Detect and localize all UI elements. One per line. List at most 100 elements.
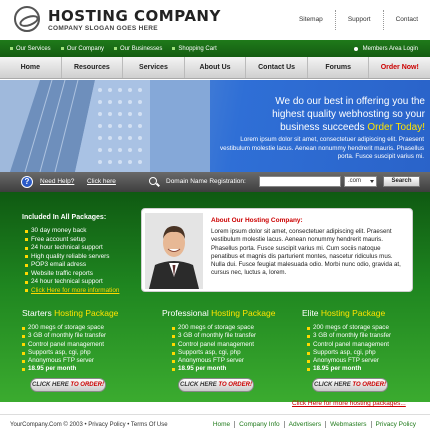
top-link-support[interactable]: Support (334, 10, 383, 30)
subnav-label: Shopping Cart (178, 45, 217, 52)
about-panel: About Our Hosting Company: Lorem ipsum d… (141, 208, 413, 292)
package-features: 200 megs of storage space 3 GB of monthl… (22, 324, 106, 374)
included-item: POP3 email adress (31, 261, 87, 268)
bullet-icon (22, 343, 25, 347)
order-label: CLICK HERE (180, 382, 217, 388)
list-item: Anonymous FTP server (172, 357, 256, 365)
list-item: High quality reliable servers (25, 253, 119, 262)
feature-text: Anonymous FTP server (313, 357, 380, 365)
nav-contact-us[interactable]: Contact Us (246, 57, 308, 78)
feature-text: 3 GB of monthly file transfer (313, 332, 392, 340)
tld-select[interactable]: .com (344, 176, 377, 187)
list-item: Anonymous FTP server (307, 357, 391, 365)
list-item: 200 megs of storage space (172, 324, 256, 332)
help-icon[interactable]: ? (21, 176, 33, 188)
order-button-elite[interactable]: CLICK HERE TO ORDER! (312, 378, 388, 392)
feature-text: Supports asp, cgi, php (28, 348, 91, 356)
list-item: 30 day money back (25, 227, 119, 236)
banner-headline: We do our best in offering you the highe… (205, 95, 425, 134)
nav-services[interactable]: Services (123, 57, 185, 78)
list-item: 24 hour technical support (25, 278, 119, 287)
footer-link-advertisers[interactable]: Advertisers (283, 421, 326, 428)
copyright-text: YourCompany.Com © 2003 • Privacy Policy … (10, 422, 168, 428)
footer-link-webmasters[interactable]: Webmasters (325, 421, 370, 428)
list-item: POP3 email adress (25, 261, 119, 270)
businessman-photo (145, 213, 203, 289)
list-item: 3 GB of monthly file transfer (22, 332, 106, 340)
feature-text: Anonymous FTP server (28, 357, 95, 365)
subnav-our-services[interactable]: Our Services (10, 46, 51, 52)
bullet-icon (22, 326, 25, 330)
package-title-text: Elite (302, 308, 319, 318)
package-title-highlight: Hosting Package (320, 308, 386, 318)
nav-order-now[interactable]: Order Now! (369, 57, 430, 78)
brand-name[interactable]: HOSTING COMPANY (48, 7, 221, 25)
subnav-our-businesses[interactable]: Our Businesses (114, 46, 162, 52)
included-item: High quality reliable servers (31, 252, 110, 260)
hero-banner: We do our best in offering you the highe… (0, 80, 430, 172)
list-item: Control panel management (22, 341, 106, 349)
package-starters: Starters Hosting Package 200 megs of sto… (22, 304, 162, 400)
need-help-link[interactable]: Need Help? (40, 178, 74, 185)
bullet-icon (25, 255, 28, 259)
price-text: 18.95 per month (28, 365, 77, 373)
bullet-icon (25, 289, 28, 293)
list-item: Control panel management (307, 341, 391, 349)
included-item: Website traffic reports (31, 269, 93, 277)
nav-forums[interactable]: Forums (308, 57, 370, 78)
globe-logo-icon[interactable] (14, 6, 40, 32)
hosting-packages: Starters Hosting Package 200 megs of sto… (0, 304, 430, 400)
bullet-icon (172, 368, 175, 372)
members-area-login[interactable]: Members Area Login (353, 40, 418, 57)
footer-link-company-info[interactable]: Company Info (234, 421, 283, 428)
more-packages-link[interactable]: Click Here for more hosting packages... (292, 400, 406, 407)
search-button[interactable]: Search (383, 176, 420, 187)
bullet-icon (25, 229, 28, 233)
main-navigation: Home Resources Services About Us Contact… (0, 57, 430, 79)
list-item: Website traffic reports (25, 270, 119, 279)
top-link-sitemap[interactable]: Sitemap (287, 10, 335, 30)
bullet-icon (172, 343, 175, 347)
bullet-icon (114, 47, 118, 50)
package-features: 200 megs of storage space 3 GB of monthl… (307, 324, 391, 374)
bullet-icon (10, 47, 13, 50)
nav-about-us[interactable]: About Us (185, 57, 247, 78)
brand-slogan: COMPANY SLOGAN GOES HERE (48, 25, 158, 32)
bullet-icon (172, 326, 175, 330)
bullet-icon (25, 272, 28, 276)
footer: YourCompany.Com © 2003 • Privacy Policy … (0, 414, 430, 435)
order-button-starters[interactable]: CLICK HERE TO ORDER! (30, 378, 106, 392)
footer-link-privacy-policy[interactable]: Privacy Policy (370, 421, 420, 428)
subnav-label: Our Services (16, 45, 51, 52)
about-title: About Our Hosting Company: (211, 217, 303, 224)
list-item: Supports asp, cgi, php (307, 349, 391, 357)
subnav-our-company[interactable]: Our Company (60, 46, 104, 52)
subnav-shopping-cart[interactable]: Shopping Cart (172, 45, 217, 52)
included-title: Included In All Packages: (22, 214, 107, 221)
feature-text: 3 GB of monthly file transfer (28, 332, 107, 340)
order-today-link[interactable]: Order Today! (367, 122, 425, 133)
click-here-link[interactable]: Click here (87, 178, 116, 185)
person-icon (145, 213, 203, 289)
more-info-link[interactable]: Click Here for more information (25, 287, 119, 296)
list-item: Free account setup (25, 236, 119, 245)
package-features: 200 megs of storage space 3 GB of monthl… (172, 324, 256, 374)
list-item: Anonymous FTP server (22, 357, 106, 365)
package-price: 18.95 per month (172, 365, 256, 373)
domain-input[interactable] (259, 176, 341, 187)
nav-home[interactable]: Home (0, 57, 62, 78)
order-button-professional[interactable]: CLICK HERE TO ORDER! (178, 378, 254, 392)
top-link-contact[interactable]: Contact (382, 10, 430, 30)
feature-text: Supports asp, cgi, php (178, 348, 241, 356)
list-item: 3 GB of monthly file transfer (307, 332, 391, 340)
footer-links: Home Company Info Advertisers Webmasters… (209, 421, 420, 428)
footer-link-home[interactable]: Home (209, 421, 234, 428)
feature-text: Control panel management (313, 340, 389, 348)
package-title-text: Starters (22, 308, 52, 318)
banner-body-text: Lorem ipsum dolor sit amet, consectetuer… (219, 136, 424, 160)
nav-resources[interactable]: Resources (62, 57, 124, 78)
bullet-icon (172, 47, 176, 50)
package-title-highlight: Hosting Package (211, 308, 276, 318)
bullet-icon (25, 246, 28, 250)
list-item: 200 megs of storage space (307, 324, 391, 332)
